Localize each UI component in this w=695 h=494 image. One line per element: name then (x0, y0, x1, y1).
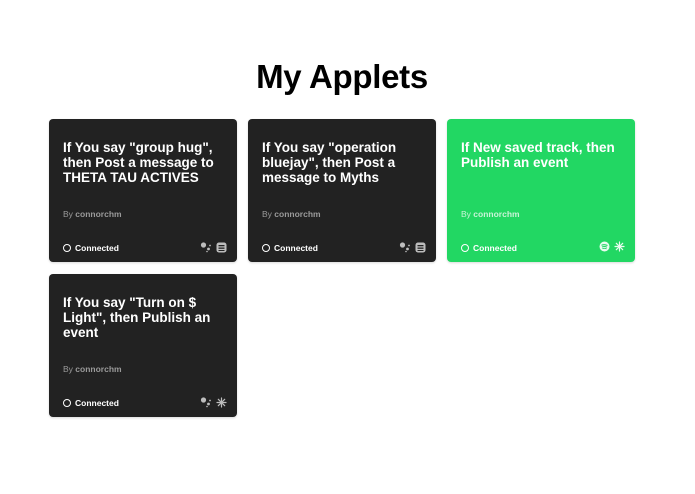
service-icons (599, 241, 625, 252)
author-name: connorchm (75, 364, 122, 374)
applet-card[interactable]: If You say "group hug", then Post a mess… (49, 119, 237, 262)
applet-author: By connorchm (461, 209, 520, 219)
status-label: Connected (274, 243, 318, 253)
author-name: connorchm (274, 209, 321, 219)
applet-status: Connected (63, 398, 119, 408)
status-label: Connected (75, 398, 119, 408)
author-name: connorchm (75, 209, 122, 219)
applet-title: If You say "operation bluejay", then Pos… (262, 140, 397, 185)
applet-status: Connected (461, 243, 517, 253)
applet-title: If New saved track, then Publish an even… (461, 140, 615, 170)
author-name: connorchm (473, 209, 520, 219)
author-prefix: By (461, 209, 471, 219)
applet-author: By connorchm (63, 364, 122, 374)
applet-status: Connected (63, 243, 119, 253)
applet-title: If You say "Turn on $ Light", then Publi… (63, 295, 211, 340)
spotify-icon (599, 241, 610, 252)
google-assistant-icon (200, 396, 212, 408)
author-prefix: By (63, 209, 73, 219)
page-title: My Applets (256, 58, 428, 95)
applet-card[interactable]: If You say "Turn on $ Light", then Publi… (49, 274, 237, 417)
status-ring-icon (461, 244, 469, 252)
google-assistant-icon (200, 241, 212, 253)
author-prefix: By (262, 209, 272, 219)
service-icons (399, 241, 426, 253)
slack-icon (216, 242, 227, 253)
status-label: Connected (473, 243, 517, 253)
applet-status: Connected (262, 243, 318, 253)
applets-page: My Applets If You say "group hug", then … (0, 0, 695, 494)
status-label: Connected (75, 243, 119, 253)
service-icons (200, 396, 227, 408)
particle-icon (614, 241, 625, 252)
applet-card[interactable]: If You say "operation bluejay", then Pos… (248, 119, 436, 262)
status-ring-icon (63, 399, 71, 407)
service-icons (200, 241, 227, 253)
applet-card[interactable]: If New saved track, then Publish an even… (447, 119, 635, 262)
status-ring-icon (63, 244, 71, 252)
author-prefix: By (63, 364, 73, 374)
status-ring-icon (262, 244, 270, 252)
particle-icon (216, 396, 227, 408)
applet-title: If You say "group hug", then Post a mess… (63, 140, 214, 185)
applet-author: By connorchm (63, 209, 122, 219)
slack-icon (415, 242, 426, 253)
google-assistant-icon (399, 241, 411, 253)
applet-author: By connorchm (262, 209, 321, 219)
